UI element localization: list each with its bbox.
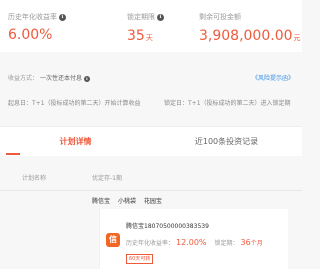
period-value: 36: [240, 238, 251, 247]
tab-plan-details[interactable]: 计划详情: [0, 127, 151, 157]
tengxinbao-logo-icon: 信: [106, 233, 120, 247]
repayment-value: 一次性还本付息: [39, 75, 82, 82]
period-label: 锁定期：: [214, 240, 239, 247]
product-item[interactable]: 花园宝: [144, 198, 162, 205]
repayment-method: 收益方式： 一次性还本付息 i: [8, 74, 90, 84]
remaining-amount-label: 剩余可投金额: [199, 13, 241, 21]
rate-label: 历史年化收益率：: [126, 240, 175, 247]
risk-notice-link[interactable]: 《风险提示函》: [252, 74, 294, 84]
product-stats: 历史年化收益率： 12.00% 锁定期： 36个月: [126, 237, 263, 249]
product-id: 腾信宝18070500000383539: [126, 223, 209, 230]
repayment-label: 收益方式：: [8, 75, 39, 82]
period-unit: 个月: [250, 240, 263, 247]
plan-name-label: 计划名称: [22, 175, 47, 182]
tab-plan-details-label: 计划详情: [59, 137, 92, 146]
tab-investment-records[interactable]: 近100条投资记录: [151, 127, 302, 157]
stats-panel: 历史年化收益率 i 6.00% 锁定期限 i 35天 剩余可投金额 3,908,…: [0, 0, 302, 52]
lock-period-label: 锁定期限: [127, 13, 155, 21]
product-detail-page: 历史年化收益率 i 6.00% 锁定期限 i 35天 剩余可投金额 3,908,…: [0, 0, 302, 269]
lock-period-unit: 天: [145, 34, 153, 42]
product-item[interactable]: 小桃袋: [118, 198, 136, 205]
lock-period-stat: 锁定期限 i 35天: [127, 12, 164, 44]
terms-section: [0, 52, 302, 126]
info-icon[interactable]: i: [59, 13, 66, 21]
product-list: 腾信宝 小桃袋 花园宝: [92, 197, 168, 207]
tab-investment-records-label: 近100条投资记录: [194, 137, 259, 146]
product-item[interactable]: 腾信宝: [92, 198, 110, 205]
info-icon[interactable]: i: [157, 13, 164, 21]
remaining-amount-unit: 元: [293, 34, 301, 42]
lock-period-value: 35: [127, 28, 145, 44]
plan-name-value: 优定存-1期: [92, 175, 122, 182]
remaining-amount-value: 3,908,000.00: [199, 28, 293, 44]
detail-header: 计划名称 优定存-1期: [0, 172, 302, 186]
historical-rate-label: 历史年化收益率: [8, 13, 57, 21]
start-date-text: 起息日：T+1（投标成功的第二天）开始计算收益: [8, 100, 141, 107]
tab-bar: 计划详情 近100条投资记录: [0, 126, 302, 156]
lock-date-text: 锁定日：T+1（投标成功的第二天）进入锁定期: [164, 100, 291, 107]
historical-rate-stat: 历史年化收益率 i 6.00%: [8, 12, 66, 43]
product-card[interactable]: 信 腾信宝18070500000383539 历史年化收益率： 12.00% 锁定期…: [99, 209, 288, 269]
active-tab-indicator: [6, 153, 20, 155]
remaining-amount-stat: 剩余可投金额 3,908,000.00元: [199, 12, 301, 44]
info-icon[interactable]: i: [83, 75, 90, 82]
divider: [0, 190, 302, 191]
historical-rate-value: 6.00%: [8, 27, 53, 43]
plan-detail-section: 计划名称 优定存-1期 腾信宝 小桃袋 花园宝 信 腾信宝18070500000…: [0, 156, 302, 269]
rate-value: 12.00%: [176, 238, 207, 247]
transfer-badge: 60天可转: [126, 254, 154, 264]
